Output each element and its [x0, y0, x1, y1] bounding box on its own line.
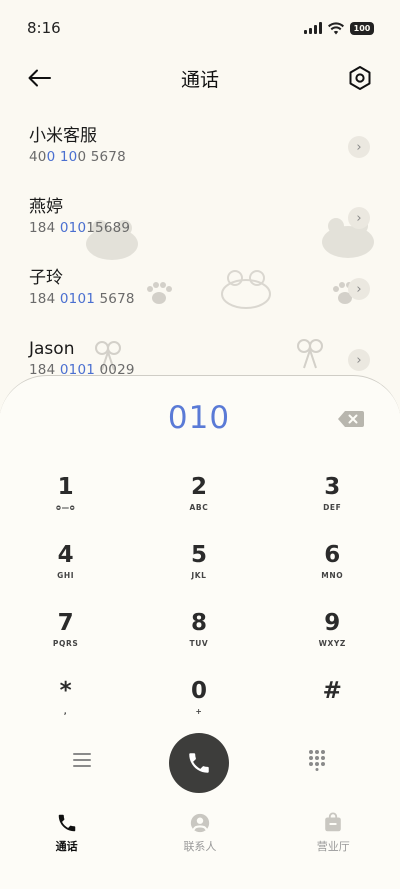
tab-contacts[interactable]: 联系人	[133, 812, 266, 872]
tab-label: 联系人	[183, 840, 217, 853]
phone-icon	[58, 814, 75, 832]
tab-label: 通话	[55, 840, 78, 853]
contact-name: 子玲	[29, 268, 63, 288]
header: 通话	[0, 56, 400, 100]
status-icons: 100	[304, 21, 374, 35]
tab-label: 营业厅	[316, 840, 350, 853]
voicemail-icon: ᴑ—ᴑ	[56, 503, 76, 512]
backspace-icon[interactable]	[337, 409, 365, 429]
key-8[interactable]: 8 TUV	[132, 604, 265, 672]
key-star[interactable]: *,	[0, 672, 132, 740]
key-3[interactable]: 3 DEF	[266, 468, 399, 536]
contact-icon	[190, 813, 210, 833]
page-title: 通话	[180, 68, 219, 91]
chevron-right-icon[interactable]: ›	[348, 349, 370, 371]
tab-calls[interactable]: 通话	[0, 812, 133, 872]
chevron-right-icon[interactable]: ›	[348, 278, 370, 300]
contact-name: 燕婷	[29, 197, 63, 217]
call-list: 小米客服 400 100 5678 › 燕婷 184 01015689 › 子玲…	[0, 118, 400, 402]
key-6[interactable]: 6 MNO	[266, 536, 399, 604]
call-list-item[interactable]: 子玲 184 0101 5678 ›	[0, 260, 400, 331]
menu-icon[interactable]	[72, 751, 92, 769]
chevron-right-icon[interactable]: ›	[348, 136, 370, 158]
tab-service-hall[interactable]: 营业厅	[267, 812, 400, 872]
keypad: 1 ᴑ—ᴑ 2 ABC 3 DEF 4 GHI 5 JKL 6 MNO 7 PQRS 8 TUV…	[0, 468, 399, 740]
status-time: 8:16	[27, 19, 61, 37]
key-7[interactable]: 7 PQRS	[0, 604, 132, 672]
call-list-item[interactable]: 小米客服 400 100 5678 ›	[0, 118, 400, 189]
status-bar: 8:16 100	[0, 0, 400, 56]
dialpad-grid-icon[interactable]	[308, 749, 326, 771]
key-2[interactable]: 2 ABC	[132, 468, 265, 536]
key-5[interactable]: 5 JKL	[132, 536, 265, 604]
key-4[interactable]: 4 GHI	[0, 536, 132, 604]
contact-name: 小米客服	[29, 126, 97, 146]
battery-icon: 100	[350, 21, 374, 35]
key-0[interactable]: 0 +	[132, 672, 265, 740]
key-9[interactable]: 9 WXYZ	[266, 604, 399, 672]
store-icon	[325, 812, 342, 832]
wifi-icon	[328, 21, 344, 34]
phone-number: 184 01015689	[29, 220, 131, 236]
phone-number: 400 100 5678	[29, 149, 126, 165]
contact-name: Jason	[29, 339, 75, 359]
call-list-item[interactable]: 燕婷 184 01015689 ›	[0, 189, 400, 260]
back-arrow-icon[interactable]	[26, 64, 54, 92]
phone-icon	[189, 753, 209, 773]
call-button[interactable]	[169, 733, 229, 793]
bottom-nav: 通话 联系人 营业厅	[0, 812, 400, 872]
chevron-right-icon[interactable]: ›	[348, 207, 370, 229]
signal-icon	[304, 22, 322, 34]
key-1[interactable]: 1 ᴑ—ᴑ	[0, 468, 132, 536]
phone-number: 184 0101 5678	[29, 291, 135, 307]
key-hash[interactable]: #	[266, 672, 399, 740]
dial-actions	[0, 733, 399, 803]
settings-icon[interactable]	[346, 64, 374, 92]
